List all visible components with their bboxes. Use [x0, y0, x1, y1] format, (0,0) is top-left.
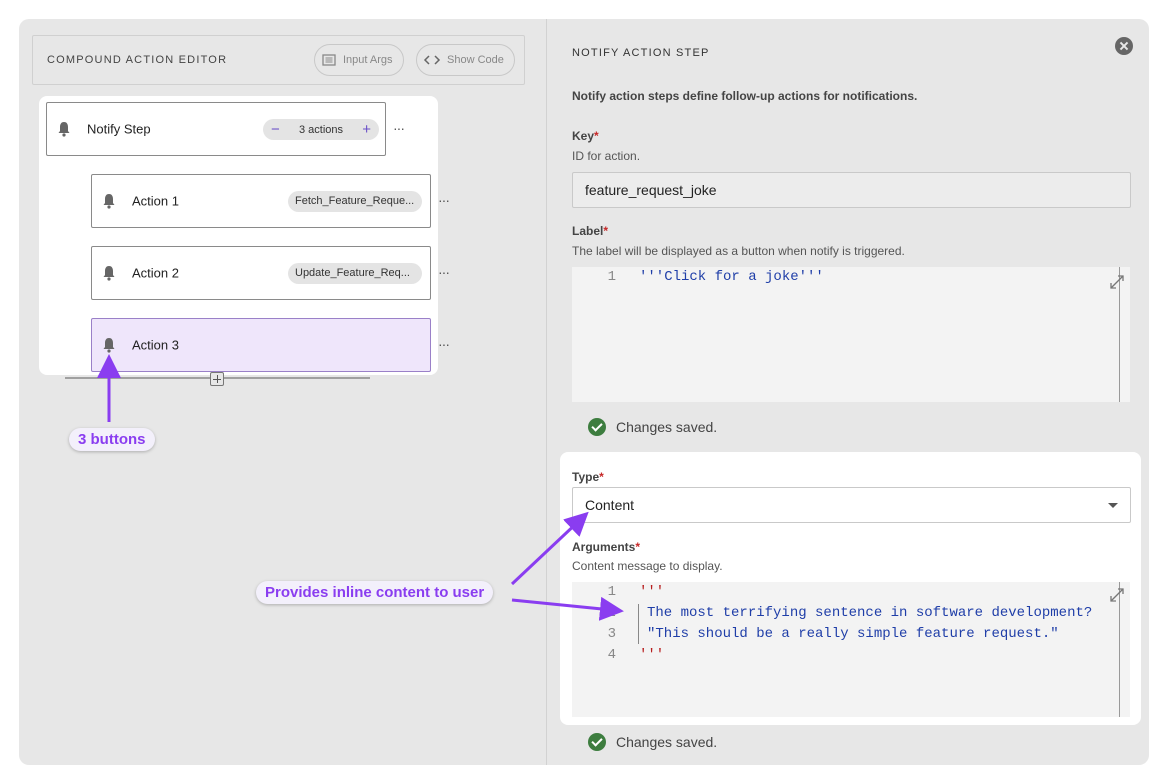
buttons-callout: 3 buttons	[69, 428, 155, 451]
annotation-arrows	[97, 354, 624, 621]
arrow-to-type	[510, 511, 589, 586]
arrow-to-arguments	[511, 596, 624, 621]
content-callout: Provides inline content to user	[256, 581, 494, 604]
